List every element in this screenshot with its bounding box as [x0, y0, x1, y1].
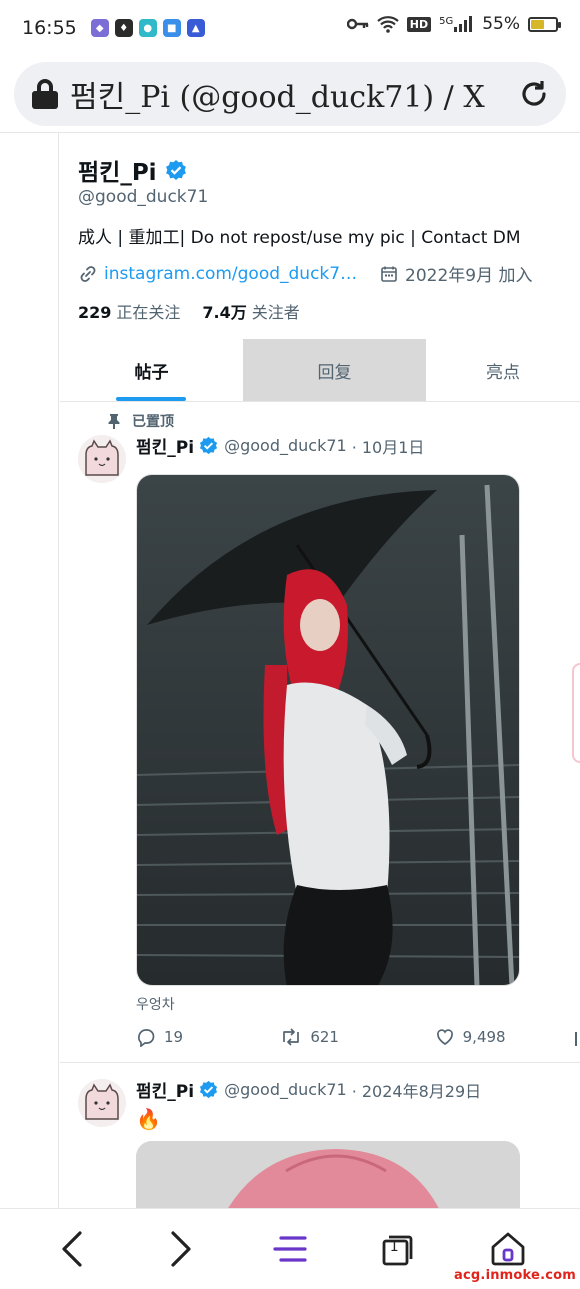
- post-author-name[interactable]: 펌킨_Pi: [136, 433, 194, 458]
- home-icon: [491, 1232, 524, 1266]
- watermark: acg.inmoke.com: [454, 1268, 576, 1283]
- views-button[interactable]: [574, 1027, 580, 1047]
- wifi-icon: [377, 16, 399, 33]
- tab-posts[interactable]: 帖子: [60, 339, 243, 401]
- heart-icon: [436, 1029, 453, 1045]
- following-count: 229: [78, 303, 112, 322]
- hd-badge: HD: [406, 16, 432, 32]
- post-photo[interactable]: [136, 474, 520, 986]
- menu-icon: [273, 1236, 307, 1262]
- profile-bio: 成人 | 重加工| Do not repost/use my pic | Con…: [78, 228, 521, 248]
- followers-count: 7.4万: [202, 303, 247, 322]
- pin-icon: [108, 414, 120, 429]
- reply-icon: [138, 1029, 155, 1047]
- reply-button[interactable]: 19: [136, 1027, 280, 1047]
- verified-badge-icon: [200, 1080, 218, 1099]
- post-photo[interactable]: [136, 1141, 520, 1208]
- joined-date: 2022年9月 加入: [380, 261, 532, 286]
- reply-count: 19: [164, 1028, 184, 1046]
- menu-button[interactable]: [260, 1219, 320, 1279]
- post-author-name[interactable]: 펌킨_Pi: [136, 1077, 194, 1102]
- joined-label: 2022年9月 加入: [405, 266, 533, 286]
- repost-button[interactable]: 621: [280, 1027, 434, 1047]
- forward-button[interactable]: [151, 1219, 211, 1279]
- post-pinned[interactable]: 펌킨_Pi @good_duck71 · 10月1日 우엉차 19 621 9,…: [60, 429, 580, 1063]
- post-item[interactable]: 펌킨_Pi @good_duck71 · 2024年8月29日 🔥: [60, 1073, 580, 1208]
- followers-stat[interactable]: 7.4万 关注者: [202, 299, 299, 323]
- avatar[interactable]: [78, 435, 126, 483]
- notification-app-3-icon: ●: [138, 19, 157, 37]
- status-app-icons: ◆ ♦ ● ■ ▲: [90, 19, 205, 37]
- notification-app-5-icon: ▲: [186, 19, 205, 37]
- following-label: 正在关注: [116, 303, 181, 322]
- battery-fill: [531, 19, 545, 29]
- notification-app-1-icon: ◆: [90, 19, 109, 37]
- tab-highlights[interactable]: 亮点: [426, 339, 580, 401]
- following-stat[interactable]: 229 正在关注: [78, 299, 180, 323]
- pinned-label: 已置顶: [132, 414, 174, 430]
- page-content: 펌킨_Pi @good_duck71 成人 | 重加工| Do not repo…: [0, 132, 580, 1208]
- views-icon: [575, 1032, 577, 1046]
- post-caption: 우엉차: [136, 997, 175, 1013]
- lock-icon[interactable]: [32, 79, 58, 109]
- post-date[interactable]: · 10月1日: [352, 434, 425, 458]
- profile-meta: instagram.com/good_duck71?ig... 2022年9月 …: [78, 261, 532, 286]
- verified-badge-icon: [200, 436, 218, 455]
- reload-icon[interactable]: [518, 78, 550, 110]
- avatar[interactable]: [78, 1079, 126, 1127]
- post-author-handle[interactable]: @good_duck71: [224, 436, 347, 455]
- link-icon: [80, 265, 96, 282]
- network-type: 5G: [439, 16, 454, 27]
- tabs-icon: [382, 1235, 413, 1266]
- status-time: 16:55: [22, 17, 77, 39]
- followers-label: 关注者: [251, 303, 300, 322]
- profile-link[interactable]: instagram.com/good_duck71?ig...: [104, 264, 364, 284]
- profile-name-row: 펌킨_Pi: [78, 153, 187, 187]
- notification-app-4-icon: ■: [162, 19, 181, 37]
- post-actions: 19 621 9,498: [136, 1027, 580, 1047]
- tab-replies[interactable]: 回复: [243, 339, 426, 401]
- battery-percent: 55%: [482, 14, 520, 34]
- profile-handle: @good_duck71: [78, 187, 209, 207]
- column-divider: [58, 133, 59, 1208]
- like-count: 9,498: [462, 1028, 506, 1046]
- repost-icon: [283, 1028, 300, 1046]
- tabs-divider: [60, 401, 580, 402]
- tab-count: 1: [389, 1239, 399, 1255]
- battery-icon: [528, 16, 561, 32]
- signal-icon: [454, 16, 473, 32]
- calendar-icon: [381, 266, 397, 282]
- profile-name: 펌킨_Pi: [78, 160, 157, 186]
- repost-count: 621: [310, 1028, 339, 1046]
- tabs-button[interactable]: 1: [369, 1219, 429, 1279]
- post-date[interactable]: · 2024年8月29日: [352, 1078, 481, 1102]
- like-button[interactable]: 9,498: [435, 1027, 574, 1047]
- profile-tabs: 帖子 回复 亮点: [60, 339, 580, 401]
- status-bar: 16:55 ◆ ♦ ● ■ ▲ HD 5G 55%: [0, 0, 580, 56]
- key-icon: [346, 18, 368, 30]
- post-header: 펌킨_Pi @good_duck71 · 2024年8月29日: [136, 1077, 481, 1102]
- chevron-left-icon: [62, 1231, 82, 1267]
- notification-app-2-icon: ♦: [114, 19, 133, 37]
- address-bar[interactable]: 펌킨_Pi (@good_duck71) / X: [14, 62, 566, 126]
- post-header: 펌킨_Pi @good_duck71 · 10月1日: [136, 433, 424, 458]
- profile-stats: 229 正在关注 7.4万 关注者: [78, 299, 300, 323]
- back-button[interactable]: [42, 1219, 102, 1279]
- post-author-handle[interactable]: @good_duck71: [224, 1080, 347, 1099]
- pinned-indicator: 已置顶: [108, 411, 174, 431]
- edge-panel-handle[interactable]: [572, 663, 580, 763]
- page-title[interactable]: 펌킨_Pi (@good_duck71) / X: [70, 72, 518, 116]
- status-right: HD 5G 55%: [346, 14, 561, 34]
- post-text: 🔥: [136, 1107, 161, 1131]
- chevron-right-icon: [171, 1231, 191, 1267]
- verified-badge-icon[interactable]: [165, 159, 187, 181]
